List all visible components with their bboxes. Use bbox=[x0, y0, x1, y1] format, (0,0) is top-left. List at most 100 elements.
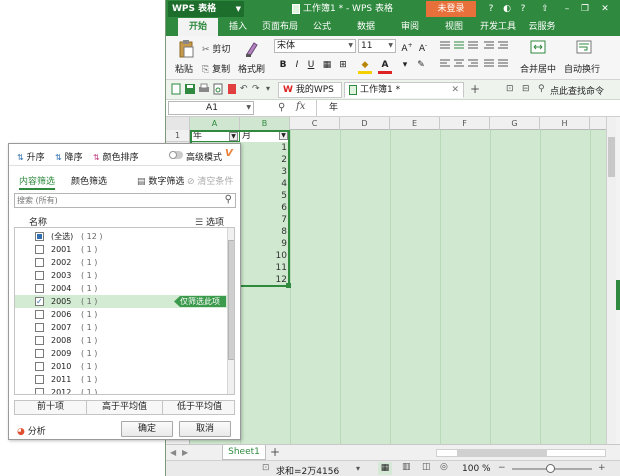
filter-dropdown-icon[interactable]: ▼ bbox=[279, 131, 288, 140]
cell-value[interactable]: 12 bbox=[240, 274, 290, 286]
read-mode-icon[interactable]: ◫ bbox=[422, 462, 431, 472]
number-filter-button[interactable]: ▤ 数字筛选 bbox=[137, 174, 184, 187]
cell-a1[interactable]: 年 ▼ bbox=[190, 130, 240, 142]
list-item[interactable]: 2003( 1 ) bbox=[15, 269, 228, 282]
cell-value[interactable]: 3 bbox=[240, 166, 290, 178]
clear-format-icon[interactable]: ✎ bbox=[414, 58, 428, 72]
analysis-button[interactable]: ◕ 分析 bbox=[17, 424, 46, 437]
row-header[interactable]: 1 bbox=[166, 130, 190, 142]
chevron-down-icon[interactable]: ▾ bbox=[356, 464, 360, 473]
list-item-select-all[interactable]: (全选) ( 12 ) bbox=[15, 230, 228, 243]
format-painter-button[interactable]: 格式刷 bbox=[238, 38, 266, 78]
tab-developer[interactable]: 开发工具 bbox=[476, 18, 520, 36]
column-header-h[interactable]: H bbox=[540, 117, 590, 130]
checkbox[interactable] bbox=[35, 362, 44, 371]
cell-value[interactable]: 10 bbox=[240, 250, 290, 262]
column-header-e[interactable]: E bbox=[390, 117, 440, 130]
cell-border-icon[interactable]: ⊞ bbox=[336, 58, 350, 72]
next-sheet-icon[interactable]: ▶ bbox=[182, 448, 188, 457]
copy-button[interactable]: ⎘ 复制 bbox=[202, 62, 230, 75]
advanced-mode-toggle[interactable] bbox=[169, 151, 183, 159]
select-all-corner[interactable] bbox=[166, 117, 190, 130]
zoom-out-icon[interactable]: − bbox=[498, 463, 506, 473]
column-header-f[interactable]: F bbox=[440, 117, 490, 130]
column-header-b[interactable]: B bbox=[240, 117, 290, 130]
scroll-thumb[interactable] bbox=[608, 137, 615, 177]
new-file-icon[interactable] bbox=[170, 83, 182, 95]
font-color-icon[interactable]: A bbox=[378, 58, 392, 72]
list-item[interactable]: 2004( 1 ) bbox=[15, 282, 228, 295]
normal-view-icon[interactable]: ▦ bbox=[378, 462, 392, 475]
new-tab-icon[interactable]: + bbox=[470, 82, 480, 96]
checkbox[interactable] bbox=[35, 336, 44, 345]
checkbox[interactable] bbox=[35, 310, 44, 319]
grow-font-icon[interactable]: A+ bbox=[400, 39, 414, 54]
tab-insert[interactable]: 插入 bbox=[222, 18, 254, 36]
cell-value[interactable]: 2 bbox=[240, 154, 290, 166]
upload-icon[interactable]: ⇧ bbox=[538, 2, 552, 16]
redo-icon[interactable]: ↷ bbox=[252, 84, 260, 94]
help-circle-icon[interactable]: ? bbox=[516, 2, 530, 16]
checkbox[interactable] bbox=[35, 375, 44, 384]
cut-button[interactable]: ✂ 剪切 bbox=[202, 42, 230, 55]
close-icon[interactable]: ✕ bbox=[598, 2, 612, 16]
formula-input[interactable]: 年 bbox=[316, 100, 616, 116]
checkbox[interactable] bbox=[35, 245, 44, 254]
tab-cloud[interactable]: 云服务 bbox=[524, 18, 560, 36]
save-icon[interactable] bbox=[184, 83, 196, 95]
only-filter-this-button[interactable]: 仅筛选此项 bbox=[174, 296, 226, 307]
undo-icon[interactable]: ↶ bbox=[240, 84, 248, 94]
restore-icon[interactable]: ❐ bbox=[578, 2, 592, 16]
tab-home[interactable]: 开始 bbox=[178, 18, 218, 36]
list-scrollbar[interactable] bbox=[227, 228, 234, 394]
side-panel-handle[interactable] bbox=[616, 280, 620, 310]
tab-workbook[interactable]: 工作簿1 * ✕ bbox=[344, 82, 464, 98]
list-item[interactable]: 2008( 1 ) bbox=[15, 334, 228, 347]
cell-value[interactable]: 5 bbox=[240, 190, 290, 202]
tab-list-icon[interactable]: ⊟ bbox=[522, 84, 530, 94]
tab-menu-icon[interactable]: ⊡ bbox=[506, 84, 514, 94]
horizontal-scrollbar[interactable] bbox=[436, 449, 606, 457]
scroll-thumb[interactable] bbox=[457, 450, 547, 456]
name-box[interactable]: A1 ▼ bbox=[168, 101, 254, 115]
prev-sheet-icon[interactable]: ◀ bbox=[170, 448, 176, 457]
checkbox[interactable] bbox=[35, 284, 44, 293]
checkbox-partial[interactable] bbox=[35, 232, 44, 241]
cell-value[interactable]: 7 bbox=[240, 214, 290, 226]
cell-value[interactable]: 1 bbox=[240, 142, 290, 154]
add-sheet-button[interactable]: + bbox=[270, 445, 280, 459]
tab-content-filter[interactable]: 内容筛选 bbox=[19, 174, 56, 190]
vertical-scrollbar[interactable] bbox=[606, 117, 616, 444]
font-size-select[interactable]: 11 ▼ bbox=[358, 39, 396, 53]
checkbox[interactable] bbox=[35, 258, 44, 267]
sort-ascending-button[interactable]: ⇅ 升序 bbox=[17, 150, 45, 163]
underline-button[interactable]: U bbox=[304, 58, 318, 72]
list-item-hovered[interactable]: ✓ 2005 ( 1 ) 仅筛选此项 bbox=[15, 295, 228, 308]
fill-handle[interactable] bbox=[286, 283, 291, 288]
list-item[interactable]: 2007( 1 ) bbox=[15, 321, 228, 334]
list-item[interactable]: 2006( 1 ) bbox=[15, 308, 228, 321]
list-item[interactable]: 2010( 1 ) bbox=[15, 360, 228, 373]
wrap-text-button[interactable]: 自动换行 bbox=[564, 38, 606, 78]
shrink-font-icon[interactable]: A- bbox=[416, 39, 430, 54]
top-ten-button[interactable]: 前十项 bbox=[15, 401, 87, 414]
skin-icon[interactable]: ◐ bbox=[500, 2, 514, 16]
sheet-tab-sheet1[interactable]: Sheet1 bbox=[222, 445, 266, 460]
help-icon[interactable]: ? bbox=[484, 2, 498, 16]
filter-dropdown-icon[interactable]: ▼ bbox=[229, 132, 238, 141]
customize-toolbar-icon[interactable]: ▾ bbox=[266, 84, 270, 93]
cell-value[interactable]: 6 bbox=[240, 202, 290, 214]
tab-view[interactable]: 视图 bbox=[438, 18, 470, 36]
login-button[interactable]: 未登录 bbox=[426, 1, 476, 17]
cell-b1[interactable]: 月 ▼ bbox=[240, 130, 290, 142]
filter-search-input[interactable] bbox=[17, 195, 213, 206]
tab-review[interactable]: 审阅 bbox=[394, 18, 426, 36]
print-preview-icon[interactable] bbox=[212, 83, 224, 95]
column-header-d[interactable]: D bbox=[340, 117, 390, 130]
column-header-c[interactable]: C bbox=[290, 117, 340, 130]
checkbox[interactable] bbox=[35, 271, 44, 280]
list-item[interactable]: 2009( 1 ) bbox=[15, 347, 228, 360]
font-name-select[interactable]: 宋体 ▼ bbox=[274, 39, 356, 53]
checkbox-checked[interactable]: ✓ bbox=[35, 297, 44, 306]
above-average-button[interactable]: 高于平均值 bbox=[87, 401, 163, 414]
